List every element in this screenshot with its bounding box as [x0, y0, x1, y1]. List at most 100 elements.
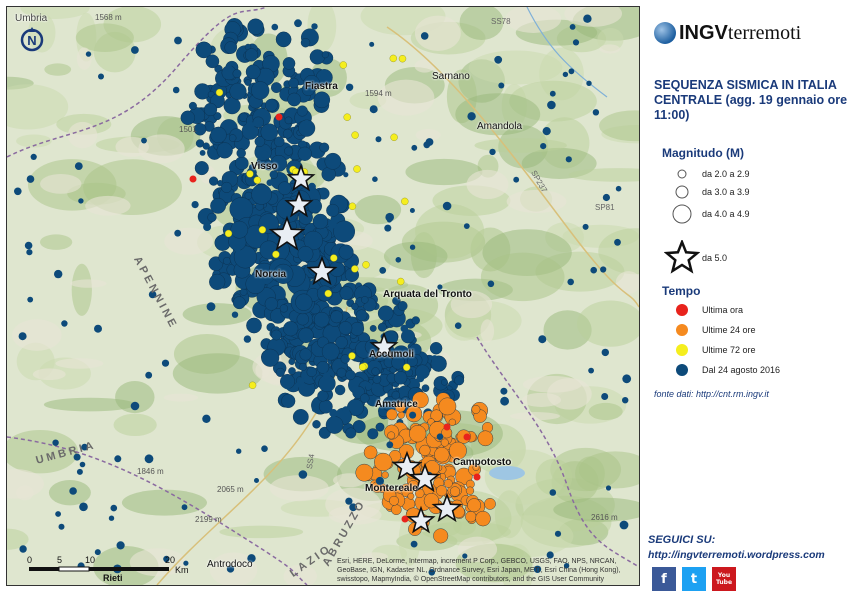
quake-dot: [304, 119, 310, 125]
quake-dot: [389, 495, 399, 506]
quake-dot: [436, 485, 448, 497]
quake-dot: [26, 249, 33, 256]
quake-dot: [199, 150, 206, 156]
quake-dot: [600, 266, 607, 273]
quake-dot: [205, 54, 220, 69]
quake-dot: [330, 310, 344, 324]
scale-bar: 0 5 10 20 Km Rieti: [25, 555, 205, 583]
quake-dot: [411, 144, 418, 151]
quake-dot: [538, 335, 547, 344]
quake-dot: [224, 229, 233, 238]
quake-dot: [298, 470, 308, 479]
quake-dot: [416, 374, 425, 383]
quake-dot: [312, 420, 321, 429]
quake-dot: [421, 384, 430, 393]
quake-dot: [54, 269, 63, 279]
quake-dot: [448, 418, 456, 426]
elevation-label: 2616 m: [591, 513, 618, 522]
quake-dot: [498, 82, 505, 89]
quake-dot: [271, 23, 279, 31]
quake-dot: [588, 367, 594, 374]
quake-dot: [229, 82, 247, 100]
quake-dot: [174, 36, 182, 45]
quake-dot: [454, 375, 465, 386]
quake-dot: [58, 523, 65, 530]
quake-dot: [540, 143, 547, 150]
seismic-map[interactable]: APENNINE UMBRIA LAZIO ABRUZZO Umbria Fia…: [6, 6, 640, 586]
quake-dot: [622, 397, 629, 404]
quake-dot: [24, 241, 33, 250]
quake-dot: [429, 342, 443, 355]
quake-dot: [30, 153, 37, 160]
quake-dot: [299, 348, 312, 361]
quake-dot: [614, 238, 621, 246]
quake-dot: [277, 181, 292, 195]
quake-dot: [619, 520, 629, 530]
quake-dot: [253, 176, 262, 184]
quake-dot: [353, 165, 361, 173]
quake-dot: [440, 438, 449, 447]
quake-dot: [273, 136, 285, 147]
quake-dot: [292, 408, 309, 425]
quake-dot: [355, 463, 374, 482]
quake-dot: [343, 172, 349, 178]
quake-dot: [398, 55, 407, 63]
quake-dot: [221, 181, 233, 193]
quake-dot: [110, 504, 118, 512]
ingv-logo[interactable]: INGV terremoti: [654, 18, 801, 48]
data-source[interactable]: fonte dati: http://cnt.rm.ingv.it: [654, 389, 769, 399]
quake-dot: [369, 105, 378, 114]
facebook-icon[interactable]: f: [652, 567, 676, 591]
quake-dot: [260, 150, 269, 158]
blog-link[interactable]: http://ingvterremoti.wordpress.com: [648, 549, 825, 561]
magnitude-item: da 2.0 a 2.9: [662, 164, 750, 184]
quake-dot: [52, 439, 59, 446]
quake-dot: [297, 377, 305, 385]
magnitude-item: da 5.0: [662, 240, 727, 276]
quake-dot: [554, 530, 562, 537]
elevation-label: 2199 m: [195, 515, 222, 524]
time-label: Ultime 72 ore: [702, 345, 756, 355]
quake-dot: [411, 316, 420, 325]
magnitude-heading: Magnitudo (M): [662, 146, 744, 160]
legend-panel: INGV terremoti SEQUENZA SISMICA IN ITALIA…: [646, 0, 854, 607]
quake-dot: [465, 511, 477, 523]
quake-dot: [419, 444, 431, 457]
quake-dot: [206, 302, 216, 311]
quake-dot: [19, 545, 27, 553]
quake-dot: [298, 327, 314, 343]
quake-dot: [251, 184, 272, 205]
quake-dot: [568, 68, 575, 75]
quake-dot: [586, 80, 592, 87]
quake-dot: [131, 46, 139, 54]
quake-dot: [325, 416, 344, 434]
quake-dot: [393, 371, 408, 385]
place-arquata: Arquata del Tronto: [383, 289, 472, 300]
quake-dot: [231, 311, 239, 318]
quake-dot: [345, 369, 356, 381]
quake-dot: [449, 486, 461, 497]
quake-dot: [271, 329, 282, 341]
time-label: Ultime 24 ore: [702, 325, 756, 335]
quake-dot: [85, 51, 92, 57]
time-item: Ultime 24 ore: [662, 320, 756, 340]
youtube-icon[interactable]: You Tube: [712, 567, 736, 591]
elevation-label: 1594 m: [365, 89, 392, 98]
twitter-icon[interactable]: t: [682, 567, 706, 591]
map-title: SEQUENZA SISMICA IN ITALIA CENTRALE (agg…: [654, 78, 848, 122]
quake-dot: [345, 427, 357, 439]
quake-dot: [27, 296, 34, 303]
quake-dot: [191, 201, 199, 209]
quake-dot: [74, 162, 83, 171]
quake-dot: [108, 515, 115, 521]
quake-dot: [294, 19, 302, 28]
quake-dot: [397, 300, 408, 311]
quake-dot: [377, 305, 394, 322]
magnitude-item: da 4.0 a 4.9: [662, 204, 750, 224]
quake-dot: [377, 322, 387, 332]
svg-text:N: N: [27, 33, 36, 48]
quake-dot: [582, 223, 589, 230]
quake-dot: [602, 193, 611, 202]
quake-dot: [312, 213, 329, 230]
quake-dot: [311, 23, 318, 30]
